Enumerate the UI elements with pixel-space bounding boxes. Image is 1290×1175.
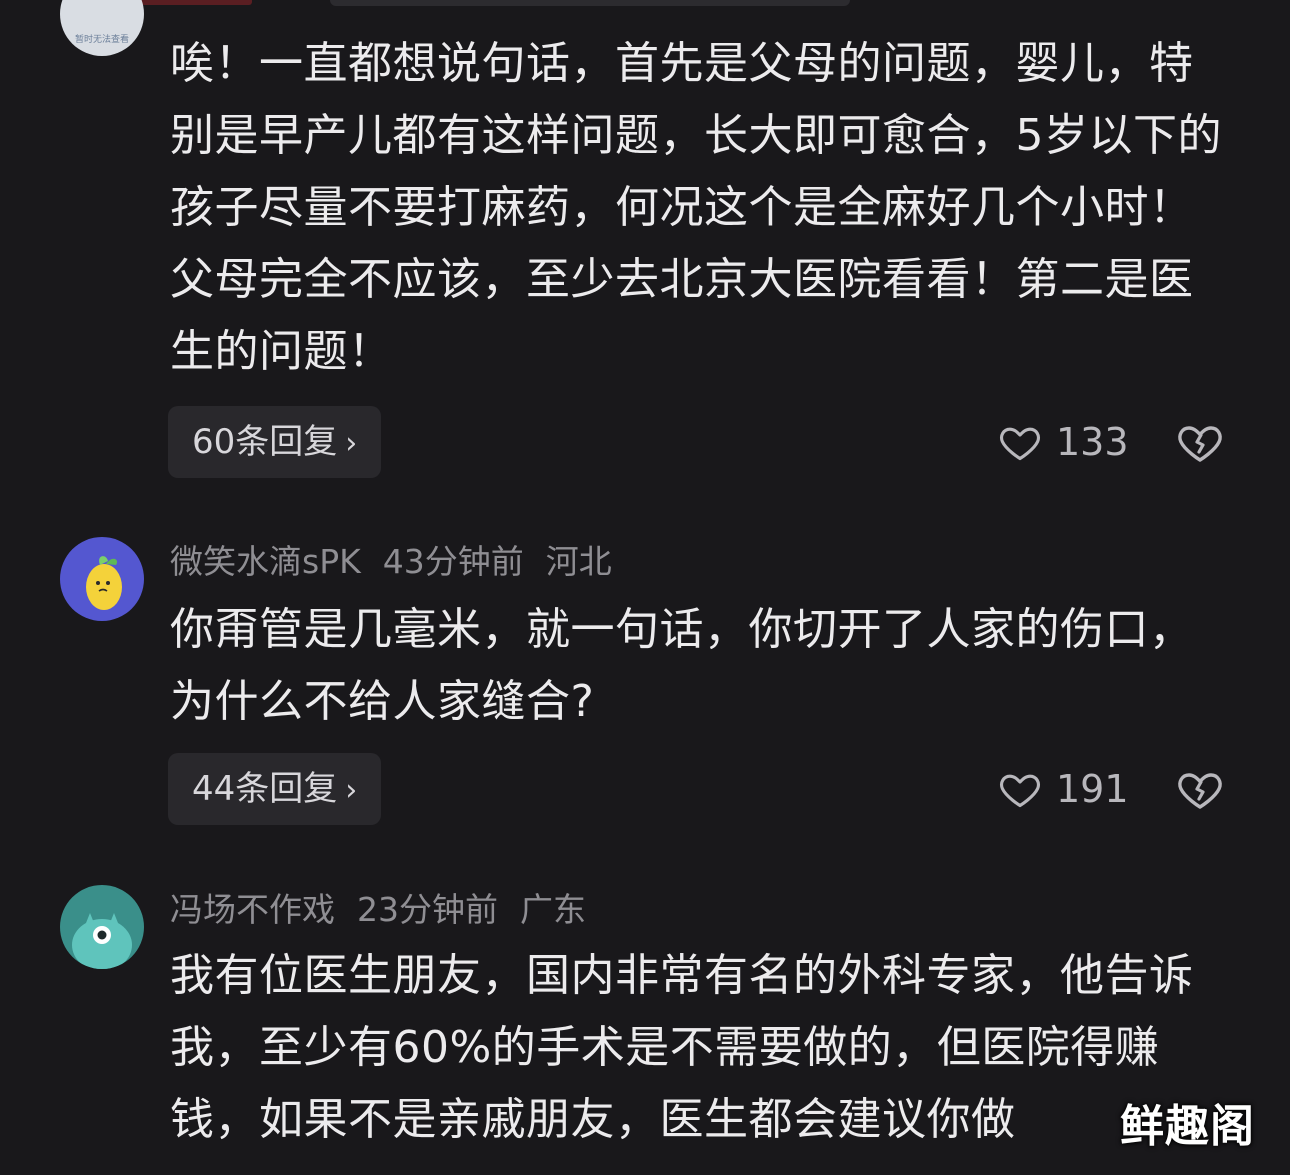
lemon-avatar-icon [86, 556, 122, 610]
avatar[interactable]: 暂时无法查看 [60, 0, 144, 56]
broken-heart-icon[interactable] [1176, 418, 1224, 466]
broken-heart-icon[interactable] [1176, 765, 1224, 813]
comment-meta: 微笑水滴sPK 43分钟前 河北 [170, 542, 634, 582]
like-count: 191 [1056, 767, 1129, 811]
comment-text: 我有位医生朋友，国内非常有名的外科专家，他告诉我，至少有60%的手术是不需要做的… [170, 950, 1194, 1145]
monster-avatar-icon [72, 913, 132, 969]
heart-outline-icon [1000, 774, 1040, 808]
heart-outline-icon [1000, 427, 1040, 461]
comment-text: 唉！一直都想说句话，首先是父母的问题，婴儿，特别是早产儿都有这样问题，长大即可愈… [170, 38, 1222, 377]
replies-label: 44条回复 [192, 769, 338, 809]
comment-meta: 冯场不作戏 23分钟前 广东 [170, 890, 608, 930]
site-watermark: 鲜趣阁 [1120, 1101, 1255, 1152]
chevron-right-icon: › [345, 773, 358, 808]
view-replies-button[interactable]: 60条回复 › [168, 406, 382, 478]
comment-item: 暂时无法查看 唉！一直都想说句话，首先是父母的问题，婴儿，特别是早产儿都有这样问… [0, 0, 1290, 490]
replies-label: 60条回复 [192, 422, 338, 462]
username[interactable]: 冯场不作戏 [170, 890, 335, 929]
comment-location: 广东 [520, 890, 586, 929]
avatar[interactable] [60, 885, 144, 969]
comment-location: 河北 [545, 542, 612, 581]
chevron-right-icon: › [345, 426, 358, 461]
comment-item: 微笑水滴sPK 43分钟前 河北 你甭管是几毫米，就一句话，你切开了人家的伤口，为什… [0, 520, 1290, 860]
like-button[interactable]: 133 [998, 417, 1129, 467]
comment-item: 冯场不作戏 23分钟前 广东 我有位医生朋友，国内非常有名的外科专家，他告诉我，至少… [0, 868, 1290, 1175]
comment-time: 23分钟前 [357, 890, 498, 929]
username[interactable]: 微笑水滴sPK [170, 542, 361, 581]
avatar-caption: 暂时无法查看 [74, 35, 129, 45]
comment-time: 43分钟前 [382, 542, 524, 581]
avatar[interactable] [60, 537, 144, 621]
comment-text: 你甭管是几毫米，就一句话，你切开了人家的伤口，为什么不给人家缝合? [170, 604, 1194, 727]
like-count: 133 [1056, 420, 1129, 464]
like-button[interactable]: 191 [998, 764, 1129, 814]
view-replies-button[interactable]: 44条回复 › [168, 753, 382, 825]
